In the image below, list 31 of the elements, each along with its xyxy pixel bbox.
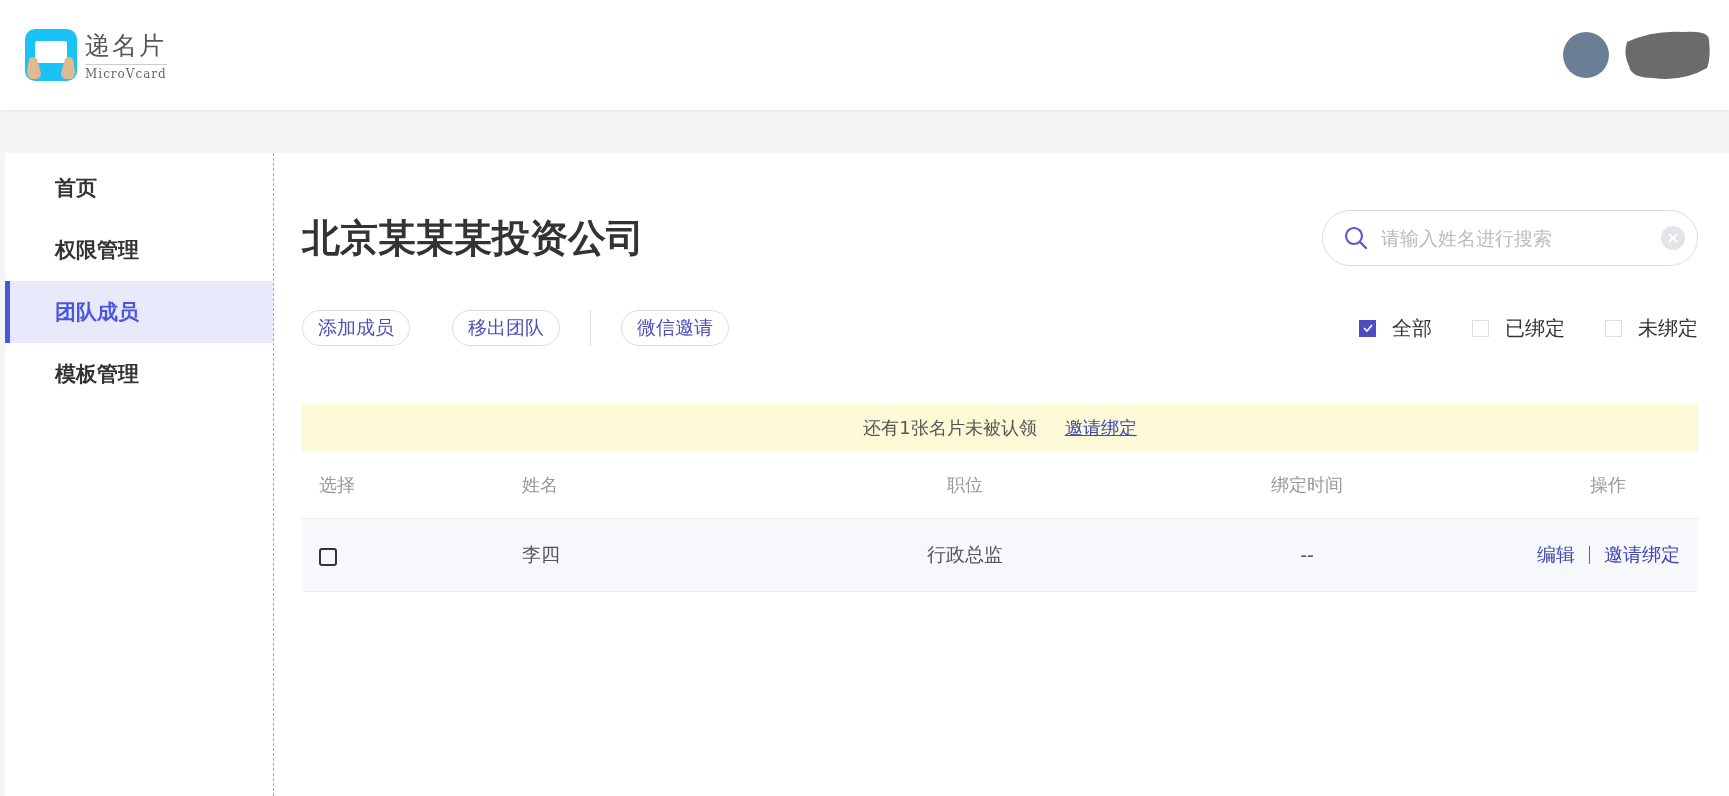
logo-title: 递名片 [85, 29, 167, 65]
logo-subtitle: MicroVcard [85, 66, 167, 81]
sidebar-item[interactable]: 团队成员 [5, 281, 273, 343]
company-title: 北京某某某投资公司 [302, 214, 644, 262]
filter-label: 未绑定 [1638, 314, 1698, 342]
column-header: 绑定时间 [1271, 473, 1343, 497]
position-cell-text: 行政总监 [927, 542, 1003, 567]
action-button[interactable]: 微信邀请 [621, 310, 729, 346]
invite-link[interactable]: 邀请绑定 [1064, 416, 1137, 440]
sidebar-item[interactable]: 权限管理 [5, 219, 273, 281]
notice-text: 还有1张名片未被认领 [863, 416, 1037, 440]
avatar[interactable] [1563, 32, 1609, 78]
card-in-hands-icon [25, 29, 77, 81]
action-button[interactable]: 移出团队 [452, 310, 560, 346]
action-button[interactable]: 添加成员 [302, 310, 410, 346]
row-checkbox[interactable] [319, 547, 337, 566]
column-header: 选择 [318, 473, 356, 497]
sidebar-item[interactable]: 首页 [5, 157, 273, 219]
search-icon [1343, 225, 1369, 251]
row-action-link[interactable]: 邀请绑定 [1604, 542, 1680, 568]
name-cell-text: 李四 [521, 542, 560, 567]
sidebar-item[interactable]: 模板管理 [5, 343, 273, 405]
column-header: 职位 [947, 473, 983, 497]
filter-label: 全部 [1392, 314, 1432, 342]
filter-label: 已绑定 [1505, 314, 1565, 342]
bind-time-cell: -- [1300, 544, 1314, 566]
check-icon [1361, 322, 1374, 334]
row-action-link[interactable]: 编辑 [1537, 542, 1575, 568]
filter-checkbox[interactable] [1359, 319, 1376, 337]
column-header: 姓名 [521, 473, 558, 497]
column-header: 操作 [1590, 473, 1627, 497]
